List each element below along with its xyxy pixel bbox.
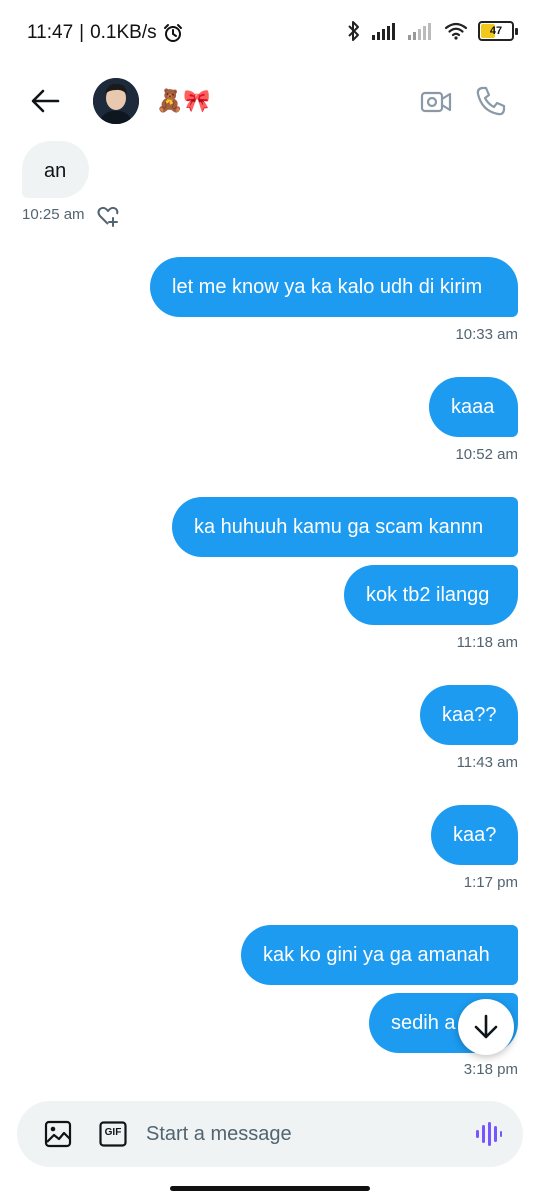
status-time: 11:47 (27, 22, 74, 43)
status-right: 47 (346, 20, 518, 42)
signal-icon (408, 23, 431, 40)
status-bar: 11:47 | 0.1KB/s 47 (0, 0, 540, 66)
message-timestamp: 10:52 am (455, 446, 518, 463)
bluetooth-icon (348, 21, 359, 41)
status-left: 11:47 | 0.1KB/s (27, 22, 183, 44)
message-timestamp: 11:18 am (456, 634, 518, 651)
message-bubble-outgoing[interactable]: kaa?? (420, 685, 518, 745)
alarm-icon (163, 24, 182, 42)
arrow-down-icon (474, 1014, 498, 1039)
message-bubble-outgoing[interactable]: kaaa (429, 377, 518, 437)
wifi-icon (444, 22, 468, 40)
message-timestamp: 11:43 am (456, 754, 518, 771)
avatar-image (93, 78, 139, 124)
status-separator: | (79, 22, 85, 43)
message-bubble-outgoing[interactable]: kak ko gini ya ga amanah (241, 925, 518, 985)
signal-icon (372, 23, 395, 40)
heart-react-icon[interactable] (96, 204, 120, 228)
network-speed: 0.1KB/s (90, 22, 157, 43)
battery-icon: 47 (478, 21, 518, 41)
back-arrow-icon[interactable] (28, 86, 62, 116)
message-timestamp: 10:33 am (455, 326, 518, 343)
gif-button[interactable]: GIF (99, 1121, 127, 1147)
voice-message-icon[interactable] (474, 1120, 502, 1148)
contact-name[interactable]: 🧸🎀 (156, 88, 211, 114)
conversation-header (0, 66, 540, 138)
home-indicator[interactable] (170, 1186, 370, 1191)
video-call-icon[interactable] (420, 86, 452, 118)
message-bubble-outgoing[interactable]: kok tb2 ilangg (344, 565, 518, 625)
message-timestamp: 1:17 pm (463, 874, 518, 891)
image-icon[interactable] (44, 1120, 72, 1148)
phone-call-icon[interactable] (474, 84, 508, 118)
message-timestamp: 3:18 pm (463, 1061, 518, 1078)
avatar[interactable] (93, 78, 139, 124)
message-bubble-incoming[interactable]: an (22, 141, 89, 198)
message-timestamp: 10:25 am (22, 206, 85, 223)
message-bubble-outgoing[interactable]: kaa? (431, 805, 518, 865)
message-bubble-outgoing[interactable]: let me know ya ka kalo udh di kirim (150, 257, 518, 317)
message-input[interactable] (146, 1117, 446, 1151)
scroll-to-bottom-button[interactable] (458, 999, 514, 1055)
gif-label: GIF (104, 1127, 122, 1138)
message-bubble-outgoing[interactable]: ka huhuuh kamu ga scam kannn (172, 497, 518, 557)
battery-level: 47 (489, 25, 503, 37)
